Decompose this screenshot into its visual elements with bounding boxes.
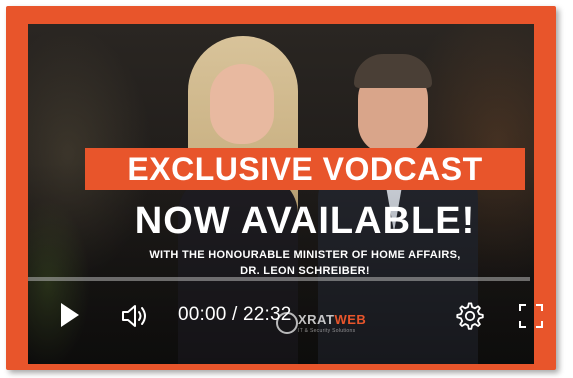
headline: NOW AVAILABLE! <box>134 200 476 242</box>
fullscreen-button[interactable] <box>518 302 544 330</box>
play-button[interactable] <box>58 300 82 330</box>
fullscreen-icon <box>519 304 543 328</box>
gear-icon <box>456 302 484 330</box>
title-banner: EXCLUSIVE VODCAST <box>85 148 525 190</box>
settings-button[interactable] <box>456 302 484 330</box>
subline-2: DR. LEON SCHREIBER! <box>240 265 370 277</box>
volume-button[interactable] <box>120 302 150 330</box>
play-icon <box>61 303 79 327</box>
time-display: 00:00 / 22:32 <box>178 304 292 325</box>
subline-1: WITH THE HONOURABLE MINISTER OF HOME AFF… <box>149 249 461 261</box>
video-frame: EXCLUSIVE VODCAST NOW AVAILABLE! WITH TH… <box>6 6 556 370</box>
progress-bar[interactable] <box>28 277 530 281</box>
volume-icon <box>122 305 146 327</box>
player-controls: 00:00 / 22:32 <box>28 286 543 346</box>
banner-text: EXCLUSIVE VODCAST <box>127 150 483 187</box>
